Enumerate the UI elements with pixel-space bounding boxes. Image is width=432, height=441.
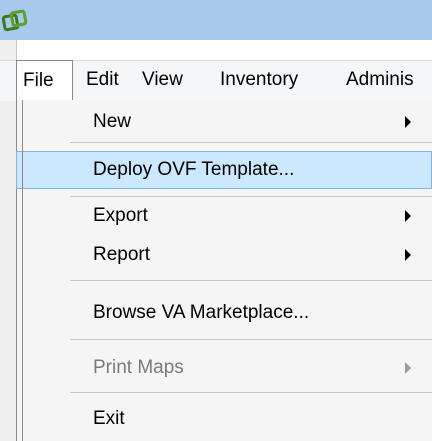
menu-item-label: Export: [93, 205, 148, 226]
menu-item-label: Print Maps: [93, 357, 184, 378]
menu-item-label: Browse VA Marketplace...: [93, 302, 310, 323]
menu-item-label: Report: [93, 244, 151, 265]
menu-separator: [70, 392, 432, 393]
menu-file[interactable]: File: [16, 60, 73, 101]
menu-item-report[interactable]: Report: [16, 236, 432, 274]
menu-item-browse-va-marketplace[interactable]: Browse VA Marketplace...: [16, 294, 432, 332]
vsphere-client-icon: [2, 9, 28, 32]
menu-item-label: Deploy OVF Template...: [93, 159, 295, 180]
menu-inventory[interactable]: Inventory: [214, 60, 304, 100]
submenu-arrow-icon: [405, 210, 411, 222]
menu-separator: [70, 142, 432, 143]
menu-item-label: New: [93, 111, 132, 132]
menu-item-export[interactable]: Export: [16, 197, 432, 235]
menu-item-deploy-ovf-template[interactable]: Deploy OVF Template...: [16, 151, 432, 189]
submenu-arrow-icon: [405, 362, 411, 374]
title-bar: [0, 0, 432, 40]
menu-border: [22, 100, 23, 441]
submenu-arrow-icon: [405, 116, 411, 128]
submenu-arrow-icon: [405, 249, 411, 261]
menu-item-print-maps: Print Maps: [16, 349, 432, 387]
menu-separator: [70, 280, 432, 281]
menu-separator: [70, 339, 432, 340]
menu-item-exit[interactable]: Exit: [16, 400, 432, 438]
menu-edit[interactable]: Edit: [80, 60, 125, 100]
menu-item-new[interactable]: New: [16, 103, 432, 141]
menu-administration[interactable]: Adminis: [340, 60, 420, 100]
menu-item-label: Exit: [93, 408, 125, 429]
menu-view[interactable]: View: [136, 60, 189, 100]
